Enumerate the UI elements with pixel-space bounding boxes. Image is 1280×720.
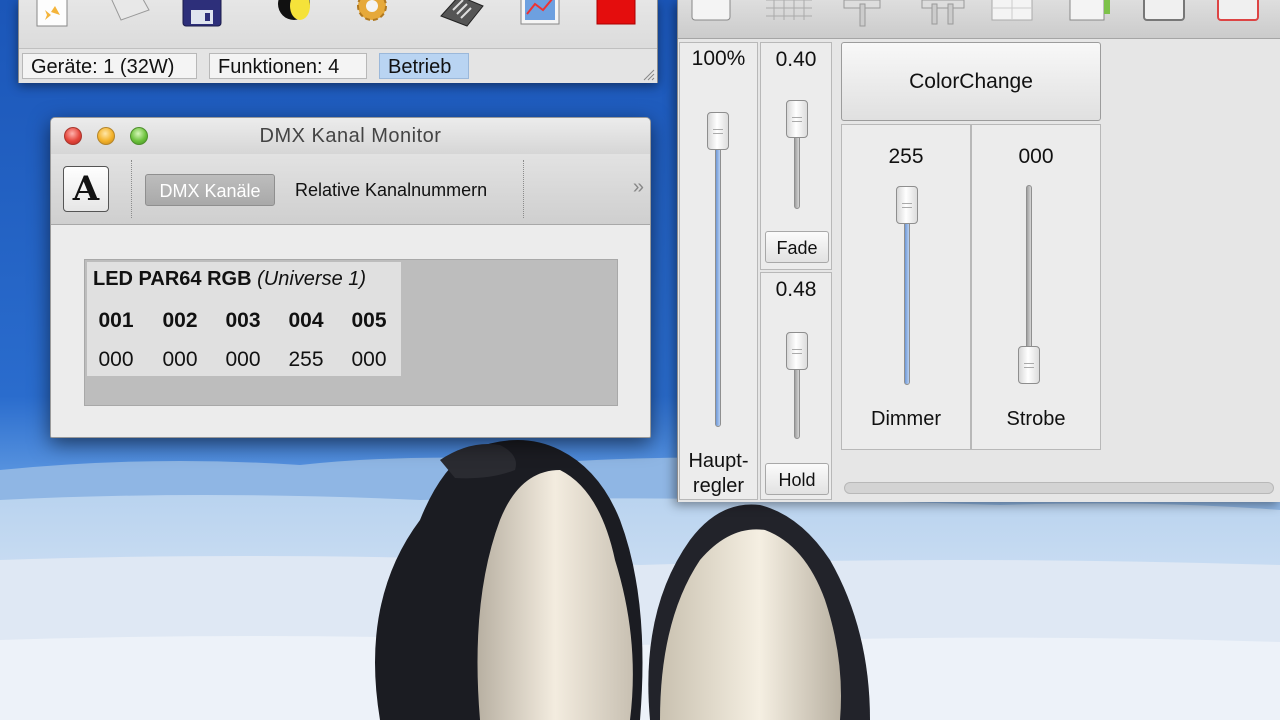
dmx-monitor-window: DMX Kanal Monitor A DMX Kanäle Relative … [50, 117, 651, 438]
hold-value: 0.48 [775, 278, 817, 301]
channel-value: 000 [98, 348, 134, 371]
fade-value: 0.40 [775, 48, 817, 71]
fade-panel: 0.40 Fade [760, 42, 832, 270]
toolbar-separator [131, 160, 132, 218]
close-button[interactable] [64, 127, 82, 145]
add-cue-list-icon[interactable] [1066, 0, 1116, 30]
channel-value: 000 [162, 348, 198, 371]
channel-value: 000 [225, 348, 261, 371]
fade-button[interactable]: Fade [765, 231, 829, 263]
master-label: Haupt- regler [688, 450, 749, 497]
strobe-value: 000 [1018, 145, 1054, 168]
add-button-matrix-icon[interactable] [764, 0, 814, 30]
master-slider-fill [716, 130, 720, 426]
status-functions: Funktionen: 4 [209, 53, 367, 79]
master-fader-panel: 100% Haupt- regler [679, 42, 758, 500]
channel-number: 004 [288, 309, 324, 332]
strobe-slider-knob[interactable] [1018, 346, 1040, 384]
channel-number: 001 [98, 309, 134, 332]
main-window: Geräte: 1 (32W) Funktionen: 4 Betrieb [18, 0, 658, 83]
hold-slider-knob[interactable] [786, 332, 808, 370]
main-toolbar [19, 0, 657, 44]
fixture-universe: (Universe 1) [257, 268, 367, 290]
dmx-titlebar[interactable]: DMX Kanal Monitor [51, 118, 650, 155]
master-slider-track[interactable] [715, 113, 721, 427]
minimize-button[interactable] [97, 127, 115, 145]
master-value: 100% [691, 47, 746, 70]
spotlight-icon[interactable] [274, 0, 320, 34]
channel-number: 003 [225, 309, 261, 332]
fade-slider-knob[interactable] [786, 100, 808, 138]
add-xypad-icon[interactable] [988, 0, 1038, 30]
resize-grip-icon[interactable] [641, 67, 655, 81]
dimmer-value: 255 [888, 145, 924, 168]
colorchange-button[interactable]: ColorChange [841, 42, 1101, 121]
fixture-channels: LED PAR64 RGB (Universe 1) 001 002 003 0… [87, 262, 401, 376]
open-icon[interactable] [107, 0, 153, 34]
font-button[interactable]: A [63, 166, 109, 212]
master-slider-knob[interactable] [707, 112, 729, 150]
add-slider-icon[interactable] [838, 0, 888, 30]
horizontal-scrollbar[interactable] [844, 482, 1274, 494]
channel-panel: LED PAR64 RGB (Universe 1) 001 002 003 0… [84, 259, 618, 406]
blackout-icon[interactable] [591, 0, 637, 34]
dimmer-slider-knob[interactable] [896, 186, 918, 224]
virtual-console-window: 100% Haupt- regler 0.40 Fade 0.48 Hold C… [677, 0, 1280, 502]
add-solo-frame-icon[interactable] [1214, 0, 1264, 30]
toolbar-overflow-chevron-icon[interactable]: » [633, 176, 644, 199]
fixture-name: LED PAR64 RGB [93, 268, 252, 290]
hold-panel: 0.48 Hold [760, 272, 832, 500]
channel-number: 002 [162, 309, 198, 332]
toolbar-separator [523, 160, 524, 218]
monitor-icon[interactable] [517, 0, 563, 34]
dimmer-label: Dimmer [871, 408, 941, 430]
dimmer-slider-fill [905, 204, 909, 384]
tab-relative-channel-numbers[interactable]: Relative Kanalnummern [285, 174, 497, 206]
virtual-console-toolbar [678, 0, 1280, 39]
add-button-icon[interactable] [688, 0, 738, 30]
add-frame-icon[interactable] [1140, 0, 1190, 30]
dimmer-panel: 255 Dimmer [841, 124, 971, 450]
zoom-button[interactable] [130, 127, 148, 145]
dmx-toolbar: A DMX Kanäle Relative Kanalnummern » [51, 154, 650, 225]
status-mode[interactable]: Betrieb [379, 53, 469, 79]
save-icon[interactable] [179, 0, 225, 34]
strobe-panel: 000 Strobe [971, 124, 1101, 450]
status-devices: Geräte: 1 (32W) [22, 53, 197, 79]
hold-button[interactable]: Hold [765, 463, 829, 495]
add-slider-matrix-icon[interactable] [918, 0, 968, 30]
channel-value: 000 [351, 348, 387, 371]
channel-number: 005 [351, 309, 387, 332]
dmx-console-icon[interactable] [439, 0, 485, 34]
channel-value: 255 [288, 348, 324, 371]
gear-icon[interactable] [349, 0, 395, 34]
dmx-content: LED PAR64 RGB (Universe 1) 001 002 003 0… [51, 225, 650, 437]
status-bar: Geräte: 1 (32W) Funktionen: 4 Betrieb [19, 48, 657, 83]
new-function-icon[interactable] [31, 0, 77, 34]
strobe-label: Strobe [1006, 408, 1066, 430]
tab-dmx-channels[interactable]: DMX Kanäle [145, 174, 275, 206]
fixture-title: LED PAR64 RGB (Universe 1) [93, 268, 366, 291]
